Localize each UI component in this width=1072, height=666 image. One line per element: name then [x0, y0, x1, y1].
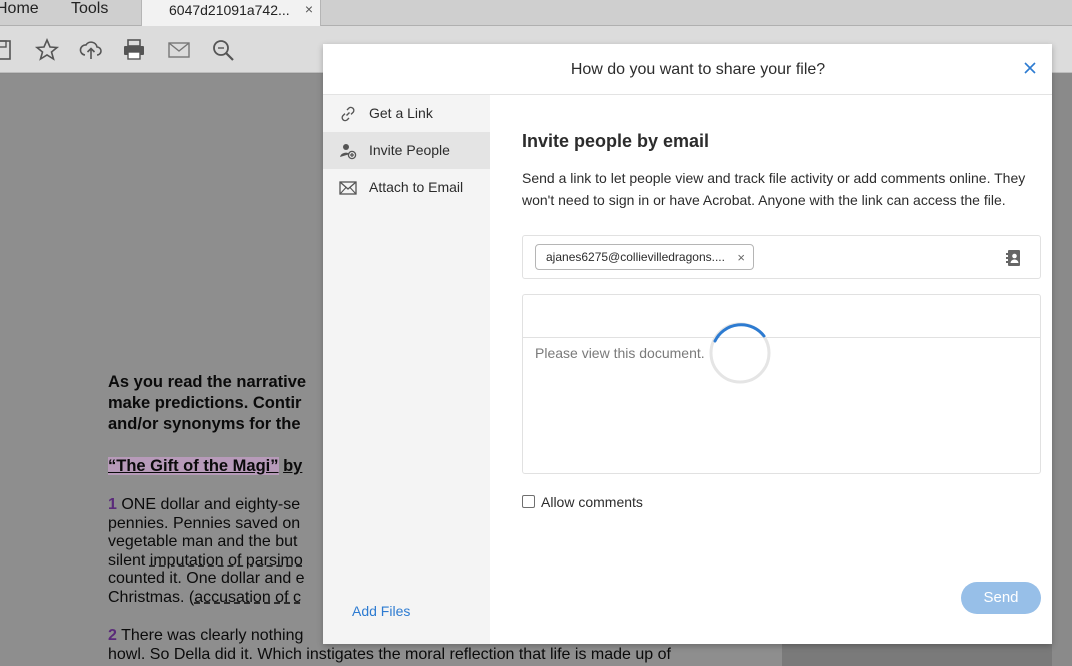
paragraph-2-line-1: 2 There was clearly nothing — [108, 627, 303, 646]
vocabulary-word: accusation of c — [194, 588, 301, 606]
paragraph-text: silent — [108, 551, 150, 569]
paragraph-1-line-3: vegetable man and the but — [108, 533, 298, 550]
mail-icon[interactable] — [166, 37, 192, 63]
dialog-title: How do you want to share your file? — [570, 61, 826, 78]
remove-recipient-icon[interactable]: × — [737, 250, 745, 265]
subject-field[interactable] — [523, 295, 1040, 338]
paragraph-text: There was clearly nothing — [121, 627, 304, 644]
sidebar-item-invite-people[interactable]: Invite People — [323, 132, 490, 169]
sidebar-item-label: Attach to Email — [369, 179, 464, 195]
add-files-link[interactable]: Add Files — [352, 603, 410, 619]
paragraph-1-line-1: 1 ONE dollar and eighty-se — [108, 496, 300, 515]
paragraph-1-line-5: counted it. One dollar and e — [108, 570, 305, 587]
sidebar-item-get-link[interactable]: Get a Link — [323, 95, 490, 132]
doc-instruction-line-1: As you read the narrative — [108, 373, 307, 391]
invite-heading: Invite people by email — [522, 131, 710, 151]
vocabulary-word: imputation of parsimo — [149, 551, 303, 569]
doc-instruction-line-2: make predictions. Contir — [108, 394, 302, 412]
zoom-icon[interactable] — [210, 37, 236, 63]
paragraph-text: Christmas. ( — [108, 588, 195, 606]
link-icon — [339, 105, 357, 123]
paragraph-1-line-2: pennies. Pennies saved on — [108, 514, 301, 532]
envelope-icon — [339, 179, 357, 197]
tab-document-title: 6047d21091a742... — [169, 2, 290, 18]
recipient-chip: ajanes6275@collievilledragons.... × — [535, 244, 754, 270]
close-icon[interactable] — [1022, 60, 1038, 76]
star-icon[interactable] — [34, 37, 60, 63]
save-icon[interactable] — [0, 37, 16, 63]
message-text: Please view this document. — [535, 345, 705, 361]
tab-tools[interactable]: Tools — [71, 0, 108, 18]
invite-description: Send a link to let people view and track… — [522, 170, 1026, 208]
tab-close-icon[interactable]: × — [305, 1, 313, 17]
sidebar-item-label: Invite People — [369, 142, 450, 158]
allow-comments-label: Allow comments — [541, 494, 643, 510]
paragraph-text: ONE dollar and eighty-se — [121, 496, 301, 513]
recipient-email: ajanes6275@collievilledragons.... — [546, 250, 725, 264]
sidebar-item-label: Get a Link — [369, 105, 433, 121]
story-title-by: by — [283, 457, 303, 475]
share-options-sidebar: Get a Link Invite People Attach to Email… — [323, 95, 490, 644]
page-gutter — [782, 642, 1052, 666]
paragraph-1-line-6: Christmas. (accusation of c — [108, 589, 301, 608]
story-title-text: “The Gift of the Magi” — [108, 457, 279, 475]
send-button[interactable]: Send — [961, 582, 1041, 614]
tab-bar: Home Tools 6047d21091a742... × — [0, 0, 1072, 26]
share-dialog: How do you want to share your file? Get … — [323, 44, 1052, 644]
add-person-icon — [339, 142, 357, 160]
doc-instruction-line-3: and/or synonyms for the — [108, 415, 301, 433]
doc-story-title: “The Gift of the Magi” by — [108, 456, 302, 477]
loading-spinner-icon — [708, 321, 772, 385]
tab-home[interactable]: Home — [0, 0, 39, 18]
paragraph-1-line-4: silent imputation of parsimo — [108, 552, 303, 571]
message-field[interactable]: Please view this document. — [522, 294, 1041, 474]
paragraph-number: 1 — [108, 496, 117, 513]
address-book-icon[interactable] — [1006, 249, 1022, 267]
invite-panel: Invite people by email Send a link to le… — [490, 95, 1052, 644]
dialog-header: How do you want to share your file? — [323, 44, 1052, 95]
print-icon[interactable] — [121, 37, 147, 63]
paragraph-number: 2 — [108, 627, 117, 644]
recipients-input[interactable]: ajanes6275@collievilledragons.... × — [522, 235, 1041, 279]
paragraph-2-line-2: howl. So Della did it. Which instigates … — [108, 646, 671, 663]
cloud-upload-icon[interactable] — [78, 37, 104, 63]
sidebar-item-attach-email[interactable]: Attach to Email — [323, 169, 490, 206]
tab-document[interactable]: 6047d21091a742... × — [141, 0, 321, 26]
allow-comments-checkbox[interactable] — [522, 495, 535, 508]
